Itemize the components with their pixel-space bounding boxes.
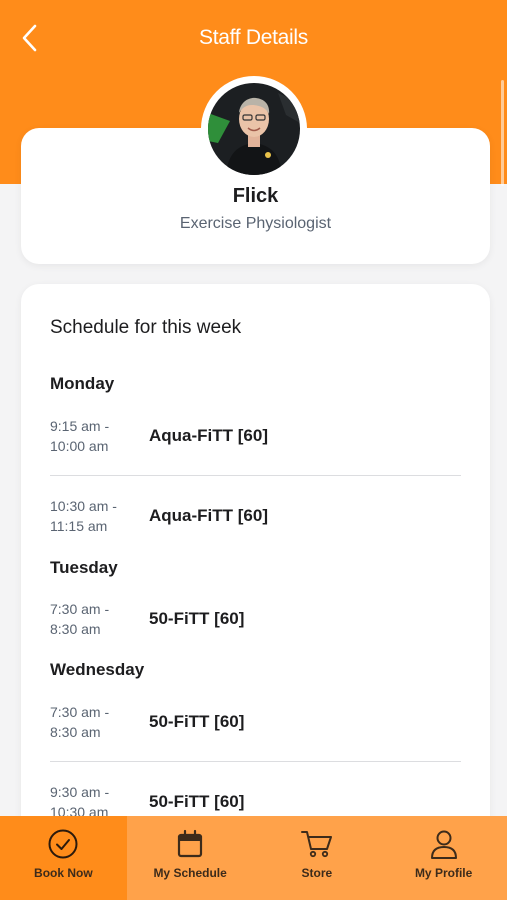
scrollbar[interactable] — [501, 80, 504, 186]
nav-label: My Profile — [414, 866, 473, 880]
divider — [50, 761, 461, 762]
staff-photo — [208, 83, 300, 175]
session-class[interactable]: 50-FiTT [60] — [149, 609, 244, 629]
bottom-nav: Book Now My Schedule Store My Profile — [0, 816, 507, 900]
session-time: 7:30 am - 8:30 am — [50, 601, 110, 637]
staff-role: Exercise Physiologist — [179, 215, 332, 232]
session-class[interactable]: 50-FiTT [60] — [149, 712, 244, 732]
nav-my-profile[interactable]: My Profile — [380, 816, 507, 900]
session-time: 7:30 am - 8:30 am — [50, 704, 110, 740]
nav-label: My Schedule — [153, 866, 227, 880]
divider — [50, 475, 461, 476]
nav-my-schedule[interactable]: My Schedule — [127, 816, 254, 900]
user-icon — [427, 827, 461, 861]
nav-label: Store — [301, 866, 333, 880]
nav-book-now[interactable]: Book Now — [0, 816, 127, 900]
check-circle-icon — [46, 827, 80, 861]
staff-name: Flick — [232, 185, 279, 207]
avatar — [201, 76, 307, 182]
session-class[interactable]: Aqua-FiTT [60] — [149, 426, 268, 446]
schedule-title: Schedule for this week — [50, 317, 242, 338]
session-time: 10:30 am - 11:15 am — [50, 498, 117, 534]
day-heading: Tuesday — [50, 558, 118, 577]
page-title: Staff Details — [199, 26, 308, 49]
session-class[interactable]: Aqua-FiTT [60] — [149, 506, 268, 526]
day-heading: Monday — [50, 374, 115, 393]
session-time: 9:15 am - 10:00 am — [50, 418, 110, 454]
session-class[interactable]: 50-FiTT [60] — [149, 792, 244, 812]
schedule-card: Schedule for this week Monday 9:15 am - … — [21, 284, 490, 844]
cart-icon — [300, 827, 334, 861]
nav-label: Book Now — [34, 866, 93, 880]
calendar-icon — [173, 827, 207, 861]
nav-store[interactable]: Store — [254, 816, 381, 900]
day-heading: Wednesday — [50, 660, 145, 679]
